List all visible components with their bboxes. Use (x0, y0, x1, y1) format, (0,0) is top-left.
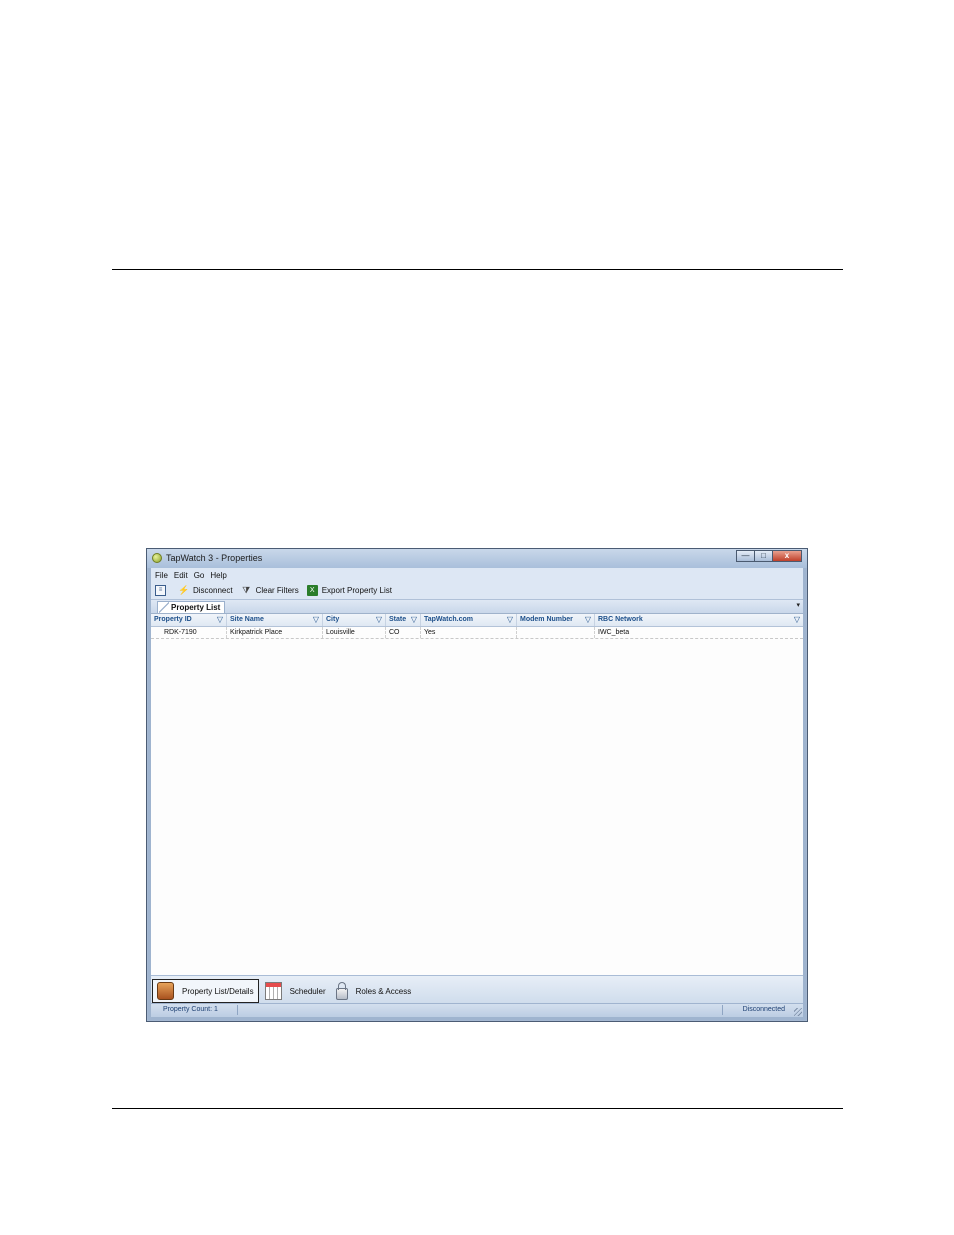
column-header-site-name[interactable]: Site Name ▽ (227, 614, 323, 626)
nav-property-list-details[interactable]: Property List/Details (152, 979, 259, 1003)
status-divider (722, 1005, 723, 1015)
clear-filters-label: Clear Filters (255, 585, 299, 595)
column-label: Site Name (230, 616, 264, 623)
menu-bar: File Edit Go Help (151, 568, 803, 582)
column-filter-icon[interactable]: ▽ (411, 614, 417, 625)
cell-state[interactable]: CO (386, 627, 421, 638)
client-area: File Edit Go Help ≡ ⚡ Disconnect ⧩ Clear… (151, 568, 803, 1017)
status-bar: Property Count: 1 Disconnected (151, 1003, 803, 1017)
menu-edit[interactable]: Edit (174, 571, 188, 580)
disconnect-button[interactable]: ⚡ Disconnect (178, 585, 233, 596)
folder-icon (157, 982, 174, 1000)
window-title: TapWatch 3 - Properties (166, 553, 263, 563)
column-header-property-id[interactable]: Property ID ▽ (151, 614, 227, 626)
maximize-button[interactable]: □ (754, 550, 773, 562)
column-label: City (326, 616, 340, 623)
disconnect-label: Disconnect (193, 585, 233, 595)
column-header-rbc-network[interactable]: RBC Network ▽ (595, 614, 803, 626)
column-label: State (389, 616, 407, 623)
column-filter-icon[interactable]: ▽ (217, 614, 223, 625)
close-button[interactable]: x (772, 550, 802, 562)
property-count: Property Count: 1 (163, 1006, 218, 1013)
tab-strip: Property List ▾ (151, 599, 803, 613)
cell-modem-number[interactable] (517, 627, 595, 638)
column-header-city[interactable]: City ▽ (323, 614, 386, 626)
column-filter-icon[interactable]: ▽ (313, 614, 319, 625)
nav-scheduler[interactable]: Scheduler (261, 979, 330, 1003)
table-row[interactable]: RDK-7190 Kirkpatrick Place Louisville CO… (151, 627, 803, 639)
cell-city[interactable]: Louisville (323, 627, 386, 638)
app-icon (152, 553, 162, 563)
calendar-icon (264, 982, 282, 1000)
cell-site-name[interactable]: Kirkpatrick Place (227, 627, 323, 638)
column-header-state[interactable]: State ▽ (386, 614, 421, 626)
tab-dropdown-icon[interactable]: ▾ (796, 600, 800, 612)
tab-property-list[interactable]: Property List (157, 601, 226, 613)
column-filter-icon[interactable]: ▽ (794, 614, 800, 625)
column-filter-icon[interactable]: ▽ (585, 614, 591, 625)
title-bar[interactable]: TapWatch 3 - Properties — □ x (147, 549, 807, 568)
nav-label: Roles & Access (355, 986, 412, 996)
filter-icon: ⧩ (242, 584, 251, 595)
page-rule-top (112, 269, 843, 270)
status-divider (237, 1005, 238, 1015)
column-header-tapwatch[interactable]: TapWatch.com ▽ (421, 614, 517, 626)
app-window: TapWatch 3 - Properties — □ x File Edit … (146, 548, 808, 1022)
column-filter-icon[interactable]: ▽ (376, 614, 382, 625)
menu-file[interactable]: File (155, 571, 168, 580)
minimize-button[interactable]: — (736, 550, 755, 562)
properties-icon: ≡ (155, 584, 166, 596)
column-label: Modem Number (520, 616, 573, 623)
properties-button[interactable]: ≡ (155, 584, 170, 596)
export-label: Export Property List (321, 585, 392, 595)
property-grid: Property ID ▽ Site Name ▽ City ▽ State ▽ Tap… (151, 613, 803, 976)
clear-filters-button[interactable]: ⧩ Clear Filters (241, 585, 299, 596)
column-filter-icon[interactable]: ▽ (507, 614, 513, 625)
toolbar: ≡ ⚡ Disconnect ⧩ Clear Filters X Export … (151, 582, 803, 598)
column-label: TapWatch.com (424, 616, 474, 623)
nav-label: Property List/Details (182, 986, 254, 996)
grid-header: Property ID ▽ Site Name ▽ City ▽ State ▽ Tap… (151, 614, 803, 627)
cell-rbc-network[interactable]: IWC_beta (595, 627, 803, 638)
export-property-list-button[interactable]: X Export Property List (306, 584, 392, 596)
nav-roles-access[interactable]: Roles & Access (332, 979, 416, 1003)
column-label: Property ID (154, 616, 192, 623)
cell-property-id[interactable]: RDK-7190 (151, 627, 227, 638)
navigation-bar: Property List/Details Scheduler Roles & … (151, 975, 803, 1006)
window-controls: — □ x (736, 550, 802, 562)
connection-status: Disconnected (742, 1006, 785, 1013)
excel-icon: X (306, 584, 318, 596)
nav-label: Scheduler (289, 986, 326, 996)
menu-go[interactable]: Go (194, 571, 205, 580)
resize-grip-icon[interactable] (794, 1008, 802, 1016)
menu-help[interactable]: Help (210, 571, 226, 580)
column-label: RBC Network (598, 616, 643, 623)
page-rule-bottom (112, 1108, 843, 1109)
cell-tapwatch[interactable]: Yes (421, 627, 517, 638)
column-header-modem-number[interactable]: Modem Number ▽ (517, 614, 595, 626)
disconnect-icon: ⚡ (178, 584, 190, 595)
lock-icon (335, 981, 348, 1000)
